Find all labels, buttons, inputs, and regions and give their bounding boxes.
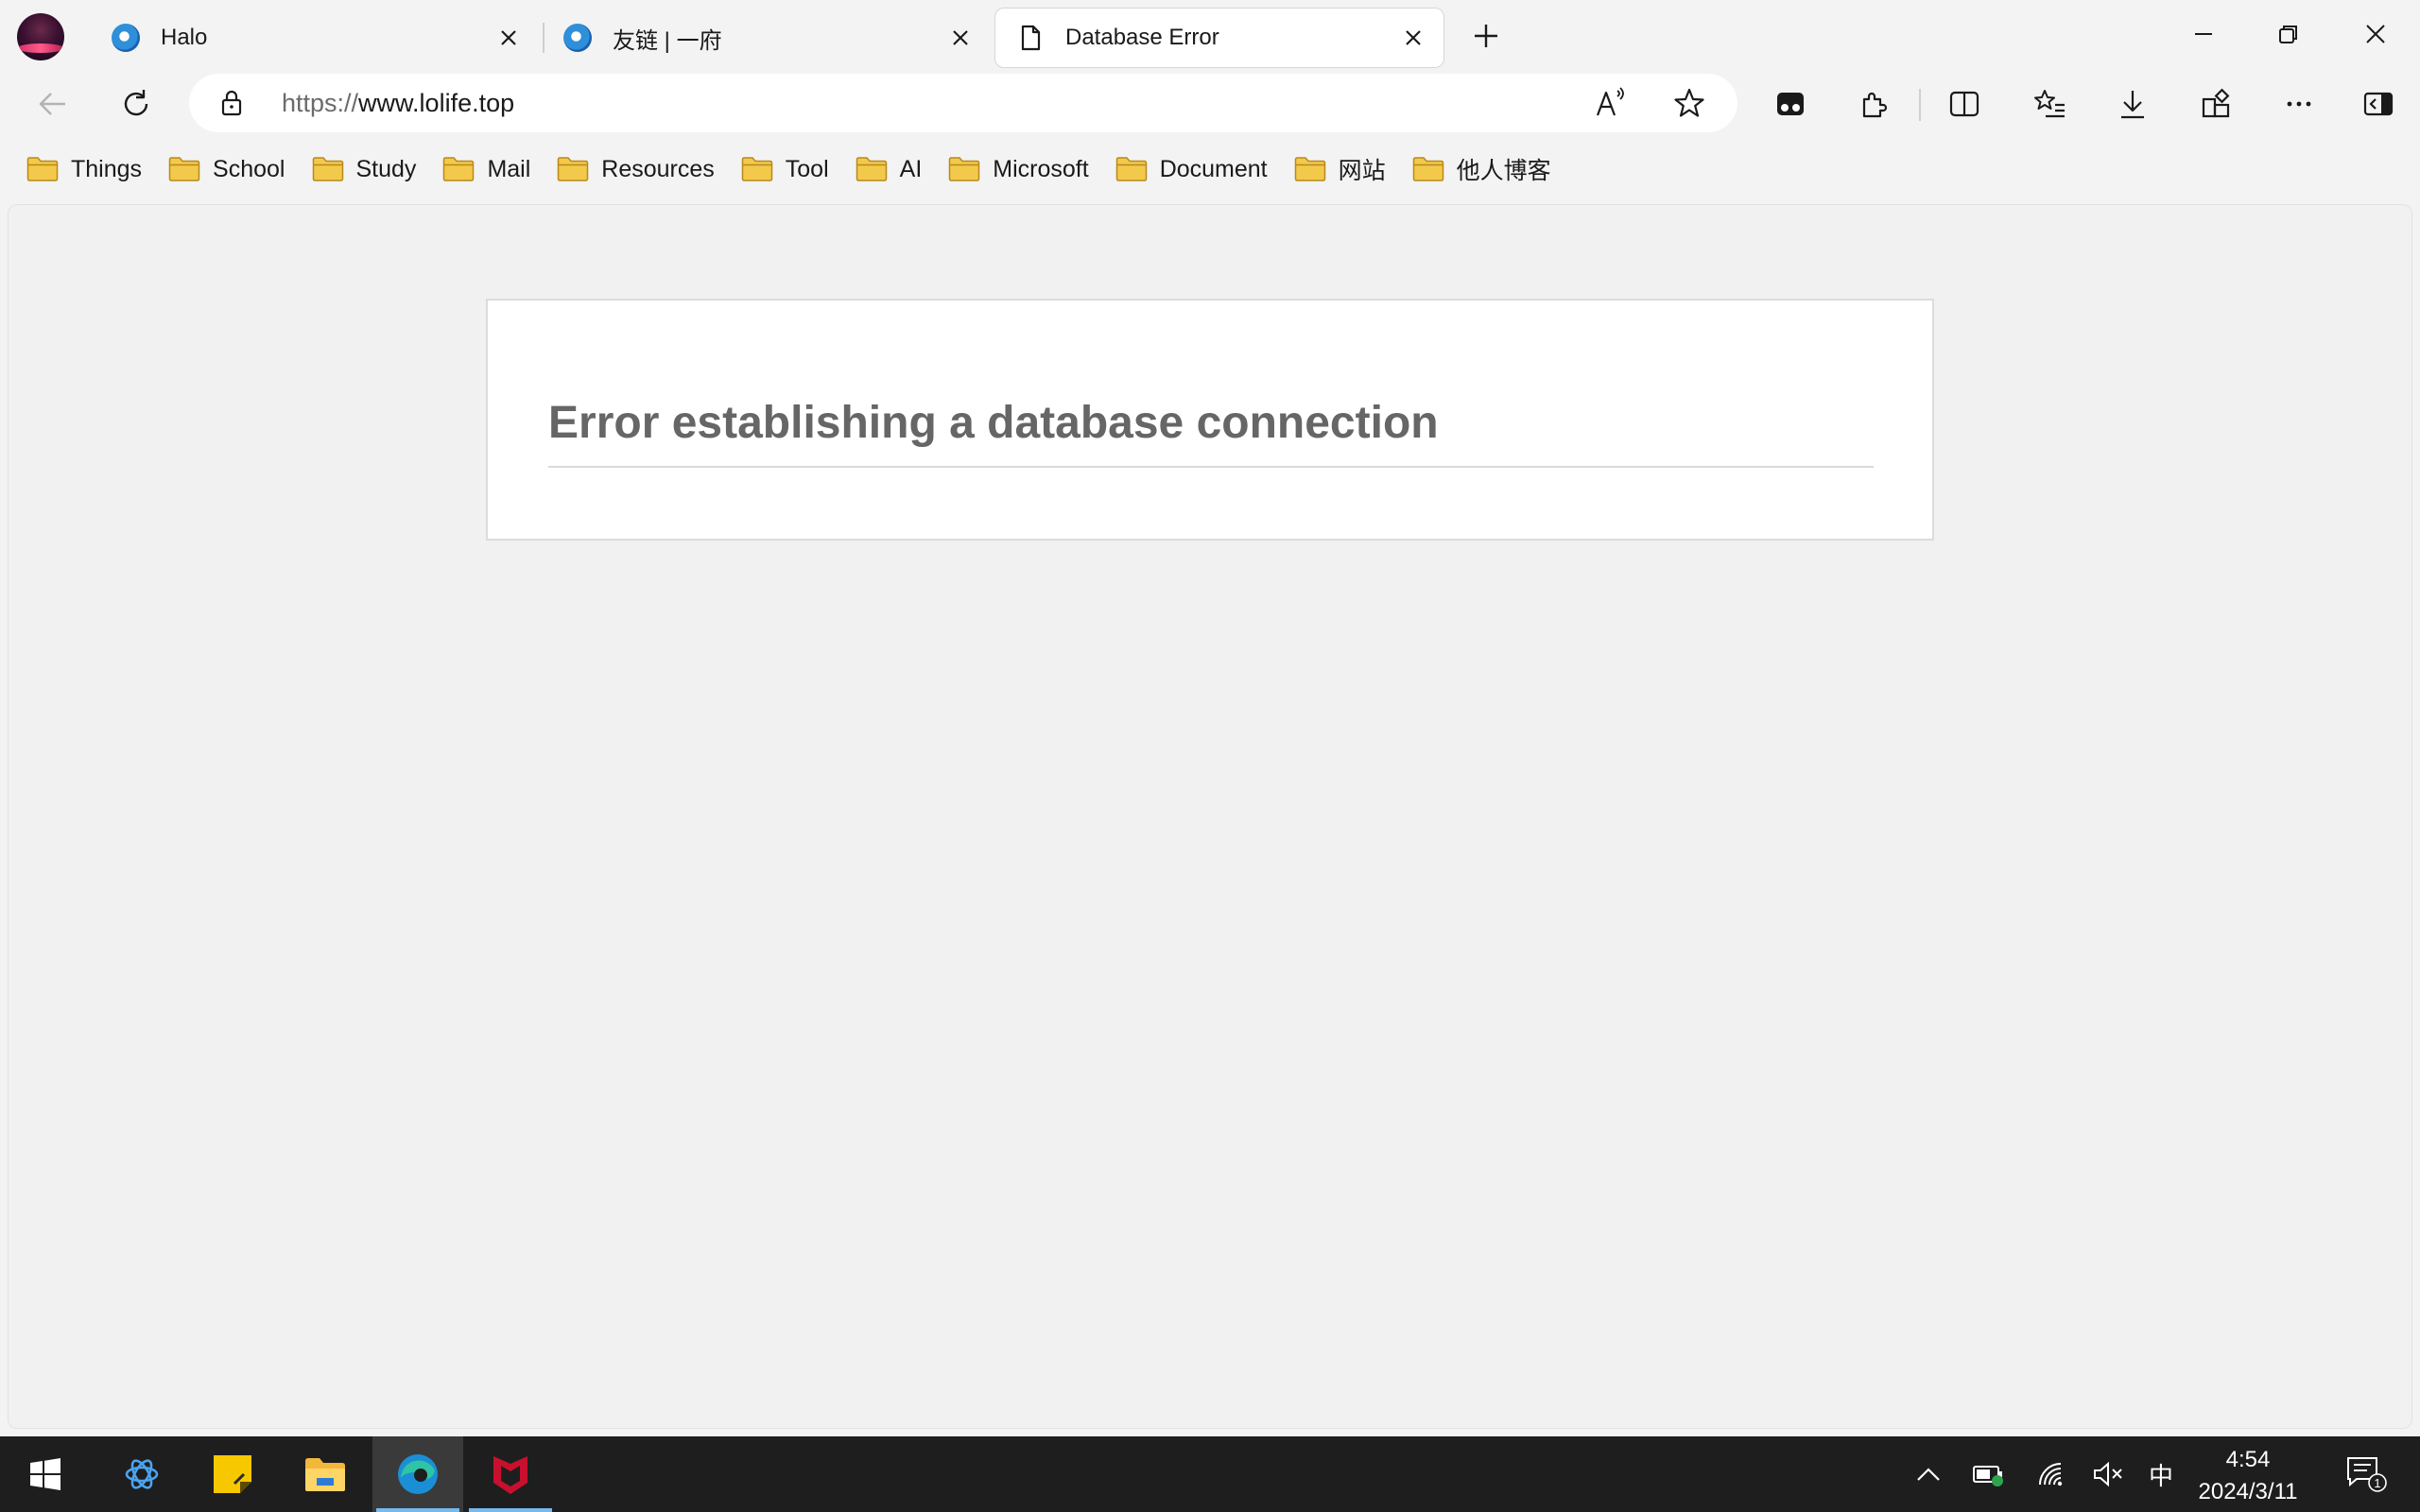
- notification-center-icon[interactable]: 1: [2339, 1455, 2395, 1493]
- ime-indicator[interactable]: 中: [2142, 1455, 2180, 1493]
- back-button[interactable]: [28, 79, 78, 129]
- split-screen-icon[interactable]: [1940, 79, 1989, 129]
- mcafee-icon[interactable]: [465, 1436, 556, 1512]
- new-tab-button[interactable]: [1463, 13, 1509, 59]
- downloads-icon[interactable]: [2108, 79, 2157, 129]
- sticky-notes-icon[interactable]: [187, 1436, 278, 1512]
- windows-start-icon[interactable]: [0, 1436, 91, 1512]
- favorite-folder-microsoft[interactable]: Microsoft: [946, 147, 1099, 191]
- edge-blue-icon: [112, 24, 140, 52]
- close-icon[interactable]: [488, 17, 529, 59]
- address-bar[interactable]: https://www.lolife.top: [189, 74, 1737, 132]
- favorite-label: 他人博客: [1456, 158, 1551, 184]
- chatgpt-icon[interactable]: [96, 1436, 187, 1512]
- favorite-label: Document: [1159, 155, 1268, 182]
- folder-icon: [948, 156, 980, 182]
- favorite-label: Study: [355, 155, 417, 182]
- toolbar-divider: [1919, 89, 1921, 121]
- favorites-bar: Things School Study Mail Resources Tool …: [0, 142, 2420, 197]
- extensions-icon[interactable]: [1849, 79, 1898, 129]
- favorite-folder-things[interactable]: Things: [25, 147, 153, 191]
- minimize-button[interactable]: [2161, 8, 2246, 60]
- favorite-folder-resources[interactable]: Resources: [555, 147, 726, 191]
- wifi-icon[interactable]: [2032, 1455, 2070, 1493]
- url-scheme: https://: [282, 89, 359, 117]
- favorite-label: Things: [71, 155, 143, 182]
- clock-date: 2024/3/11: [2198, 1479, 2298, 1504]
- favorite-folder-tool[interactable]: Tool: [739, 147, 840, 191]
- favorites-list-icon[interactable]: [2025, 79, 2074, 129]
- error-panel: Error establishing a database connection: [486, 299, 1934, 541]
- edge-blue-icon: [563, 24, 592, 52]
- read-aloud-icon[interactable]: [1590, 81, 1634, 125]
- page-icon: [1016, 24, 1045, 52]
- favorite-label: Mail: [487, 155, 531, 182]
- lock-icon[interactable]: [217, 89, 246, 117]
- url-text[interactable]: https://www.lolife.top: [282, 89, 514, 118]
- folder-icon: [168, 156, 200, 182]
- close-icon[interactable]: [1392, 17, 1434, 59]
- favorite-label: Tool: [785, 155, 829, 182]
- battery-charging-icon[interactable]: [1970, 1455, 2008, 1493]
- active-app-indicator: [376, 1508, 459, 1512]
- collections-icon[interactable]: [2191, 79, 2240, 129]
- tab-friend-links[interactable]: 友链 | 一府: [543, 8, 991, 68]
- tab-title: 友链 | 一府: [613, 27, 722, 54]
- folder-icon: [1115, 156, 1148, 182]
- sidebar-toggle-icon[interactable]: [2354, 79, 2403, 129]
- edge-icon[interactable]: [372, 1436, 463, 1512]
- tab-database-error[interactable]: Database Error: [994, 8, 1444, 68]
- close-icon[interactable]: [940, 17, 981, 59]
- navigation-toolbar: https://www.lolife.top: [0, 74, 2420, 134]
- folder-icon: [442, 156, 475, 182]
- folder-icon: [26, 156, 59, 182]
- chevron-up-icon[interactable]: [1910, 1455, 1947, 1493]
- volume-muted-icon[interactable]: [2089, 1455, 2127, 1493]
- favorite-folder-other-blogs[interactable]: 他人博客: [1410, 147, 1563, 191]
- favorite-folder-school[interactable]: School: [166, 147, 296, 191]
- tab-halo[interactable]: Halo: [91, 8, 539, 68]
- error-heading: Error establishing a database connection: [548, 397, 1874, 468]
- folder-icon: [312, 156, 344, 182]
- tab-actions-icon[interactable]: [1766, 79, 1815, 129]
- favorite-folder-ai[interactable]: AI: [854, 147, 934, 191]
- favorite-folder-websites[interactable]: 网站: [1292, 147, 1397, 191]
- folder-icon: [557, 156, 589, 182]
- favorite-label: School: [213, 155, 285, 182]
- folder-icon: [1294, 156, 1326, 182]
- favorite-folder-study[interactable]: Study: [310, 147, 428, 191]
- favorite-label: 网站: [1338, 158, 1386, 184]
- close-window-button[interactable]: [2333, 8, 2418, 60]
- notification-count: 1: [2374, 1476, 2380, 1490]
- tab-title: Halo: [161, 25, 208, 50]
- profile-avatar[interactable]: [17, 13, 64, 60]
- tab-title: Database Error: [1065, 25, 1219, 50]
- favorite-star-icon[interactable]: [1668, 81, 1711, 125]
- favorite-folder-mail[interactable]: Mail: [441, 147, 542, 191]
- clock-time: 4:54: [2225, 1447, 2271, 1472]
- folder-icon: [741, 156, 773, 182]
- url-host: www.lolife.top: [358, 89, 515, 117]
- favorite-label: Resources: [601, 155, 715, 182]
- windows-taskbar: 中 4:54 2024/3/11 1: [0, 1436, 2420, 1512]
- clock[interactable]: 4:54 2024/3/11: [2182, 1444, 2314, 1508]
- more-options-icon[interactable]: [2274, 79, 2324, 129]
- file-explorer-icon[interactable]: [280, 1436, 371, 1512]
- favorite-label: AI: [899, 155, 923, 182]
- favorite-folder-document[interactable]: Document: [1114, 147, 1279, 191]
- folder-icon: [1412, 156, 1444, 182]
- tab-strip: Halo 友链 | 一府 Database Error: [0, 0, 2420, 74]
- refresh-button[interactable]: [112, 79, 161, 129]
- folder-icon: [856, 156, 888, 182]
- running-app-indicator: [469, 1508, 552, 1512]
- restore-button[interactable]: [2246, 8, 2331, 60]
- favorite-label: Microsoft: [993, 155, 1089, 182]
